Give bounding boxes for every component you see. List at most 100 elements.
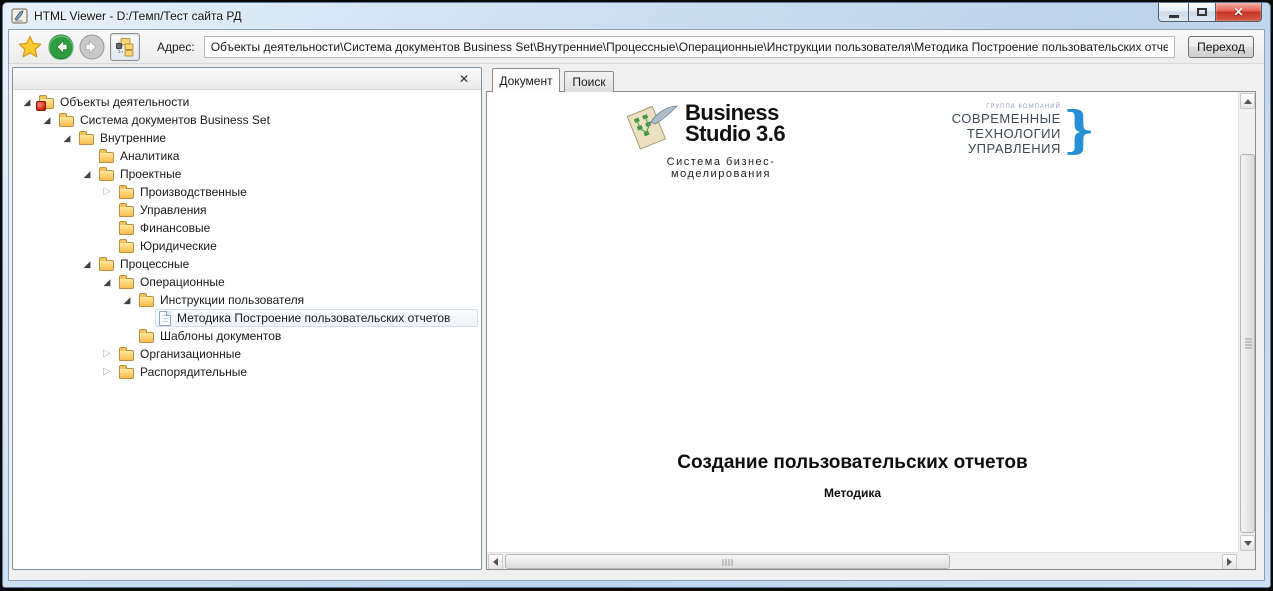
tree-item[interactable]: ▷ Производственные (13, 183, 481, 201)
close-icon: ✕ (1233, 5, 1243, 19)
minimize-button[interactable] (1158, 3, 1188, 22)
tree-item-body[interactable]: Распорядительные (115, 363, 478, 381)
forward-arrow-icon (79, 34, 105, 60)
document-icon (159, 311, 171, 326)
tab-document-label: Документ (499, 74, 552, 88)
document-subtitle: Методика (487, 486, 1218, 500)
forward-button[interactable] (79, 34, 105, 60)
tree-item-body[interactable]: Юридические (115, 237, 478, 255)
up-arrow-icon (1244, 99, 1252, 104)
tree-item-body[interactable]: Управления (115, 201, 478, 219)
stu-line1: СОВРЕМЕННЫЕ (952, 111, 1061, 126)
panel-close-button[interactable]: ✕ (455, 71, 473, 87)
tree-item[interactable]: ◢Проектные (13, 165, 481, 183)
tree-item[interactable]: ▷ Распорядительные (13, 363, 481, 381)
address-input[interactable] (204, 36, 1175, 58)
stu-line2: ТЕХНОЛОГИИ (952, 126, 1061, 141)
tree-item-label: Аналитика (114, 149, 179, 163)
tree-view-toggle-button[interactable] (110, 33, 140, 61)
vertical-scrollbar[interactable] (1238, 92, 1255, 552)
scroll-up-button[interactable] (1240, 93, 1255, 109)
collapse-arrow-icon[interactable]: ◢ (99, 273, 115, 291)
tree-item-body[interactable]: Аналитика (95, 147, 478, 165)
tree-item-label: Производственные (134, 185, 247, 199)
tree-item-label: Финансовые (134, 221, 210, 235)
tree-panel: ✕ ◢Объекты деятельности◢Система документ… (12, 67, 482, 570)
tree-item-body[interactable]: Система документов Business Set (55, 111, 478, 129)
business-studio-logo-icon (621, 100, 679, 152)
expand-arrow-icon[interactable]: ▷ (99, 183, 115, 201)
tab-document[interactable]: Документ (492, 68, 560, 92)
vertical-scrollbar-thumb[interactable] (1240, 154, 1255, 533)
business-studio-tagline: Система бизнес-моделирования (621, 156, 821, 180)
tree-item[interactable]: Финансовые (13, 219, 481, 237)
tree-item[interactable]: ◢Инструкции пользователя (13, 291, 481, 309)
tree-item-label: Процессные (114, 257, 189, 271)
favorites-button[interactable] (17, 34, 43, 60)
tree-item-body[interactable]: Инструкции пользователя (135, 291, 478, 309)
folder-icon (119, 350, 134, 361)
collapse-arrow-icon[interactable]: ◢ (119, 291, 135, 309)
tree-item[interactable]: Управления (13, 201, 481, 219)
folder-icon (139, 296, 154, 307)
tree-item[interactable]: ◢ Процессные (13, 255, 481, 273)
horizontal-scrollbar[interactable] (487, 552, 1238, 569)
tree-item-body[interactable]: Производственные (115, 183, 478, 201)
go-button[interactable]: Переход (1188, 36, 1254, 58)
tree-item-label: Внутренние (94, 131, 166, 145)
tree-item-label: Распорядительные (134, 365, 247, 379)
tree-item-body[interactable]: Внутренние (75, 129, 478, 147)
scroll-down-button[interactable] (1240, 535, 1255, 551)
collapse-arrow-icon[interactable]: ◢ (79, 165, 95, 183)
tree-item-body[interactable]: Процессные (95, 255, 478, 273)
tree-item-body[interactable]: Операционные (115, 273, 478, 291)
collapse-arrow-icon[interactable]: ◢ (19, 93, 35, 111)
tree-item[interactable]: ◢Система документов Business Set (13, 111, 481, 129)
folder-icon (119, 278, 134, 289)
collapse-arrow-icon[interactable]: ◢ (79, 255, 95, 273)
horizontal-scrollbar-thumb[interactable] (505, 554, 950, 569)
back-button[interactable] (48, 34, 74, 60)
tree: ◢Объекты деятельности◢Система документов… (13, 90, 481, 381)
tree-item[interactable]: Юридические (13, 237, 481, 255)
scroll-left-button[interactable] (488, 554, 503, 570)
tree-item-body[interactable]: Финансовые (115, 219, 478, 237)
tree-item-body-selected[interactable]: Методика Построение пользовательских отч… (155, 309, 478, 327)
panel-close-icon: ✕ (459, 73, 469, 85)
down-arrow-icon (1244, 541, 1252, 546)
back-arrow-icon (48, 34, 74, 60)
collapse-arrow-icon[interactable]: ◢ (59, 129, 75, 147)
scroll-right-button[interactable] (1222, 554, 1237, 570)
expand-arrow-icon[interactable]: ▷ (99, 363, 115, 381)
tree-item[interactable]: ◢ Внутренние (13, 129, 481, 147)
tree-item[interactable]: Шаблоны документов (13, 327, 481, 345)
thumb-grip-icon (1245, 338, 1252, 349)
close-button[interactable]: ✕ (1216, 3, 1262, 22)
folder-icon (99, 170, 114, 181)
bs-name-line2: Studio 3.6 (685, 123, 785, 144)
collapse-arrow-icon[interactable]: ◢ (39, 111, 55, 129)
toolbar: Адрес: Переход (9, 30, 1264, 64)
tab-search[interactable]: Поиск (564, 71, 614, 92)
document-page: Business Studio 3.6 Система бизнес-модел… (487, 92, 1238, 552)
tree-item-body[interactable]: Проектные (95, 165, 478, 183)
maximize-button[interactable] (1188, 3, 1216, 22)
main-area: ✕ ◢Объекты деятельности◢Система документ… (9, 64, 1264, 580)
folder-icon (59, 116, 74, 127)
tree-item-body[interactable]: Организационные (115, 345, 478, 363)
document-viewport: Business Studio 3.6 Система бизнес-модел… (486, 92, 1256, 570)
folder-icon (119, 224, 134, 235)
tree-item-label: Операционные (134, 275, 225, 289)
tree-item-body[interactable]: Объекты деятельности (35, 93, 478, 111)
document-title: Создание пользовательских отчетов (487, 452, 1218, 474)
tree-item-body[interactable]: Шаблоны документов (135, 327, 478, 345)
expand-arrow-icon[interactable]: ▷ (99, 345, 115, 363)
tree-item-label: Управления (134, 203, 207, 217)
tree-item[interactable]: Методика Построение пользовательских отч… (13, 309, 481, 327)
tree-item[interactable]: ◢ Операционные (13, 273, 481, 291)
scrollbar-corner (1238, 552, 1255, 569)
tree-item[interactable]: ◢Объекты деятельности (13, 93, 481, 111)
tree-item[interactable]: ▷Организационные (13, 345, 481, 363)
tree-item[interactable]: Аналитика (13, 147, 481, 165)
window-title: HTML Viewer - D:/Темп/Тест сайта РД (34, 9, 242, 23)
